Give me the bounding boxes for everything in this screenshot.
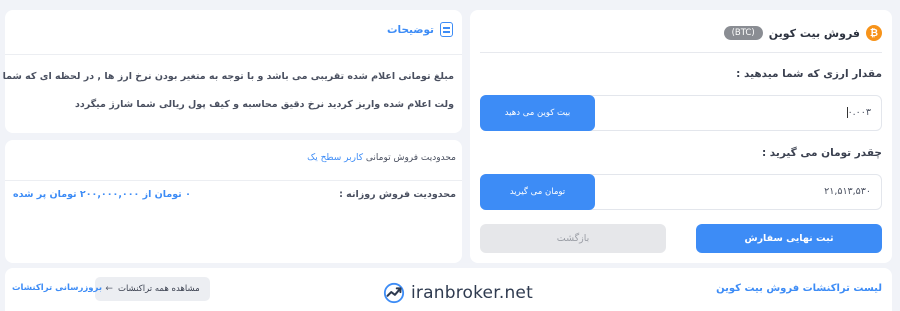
user-level-link[interactable]: کاربر سطح یک [307, 153, 363, 163]
transactions-title: لیست تراکنشات فروش بیت کوین [716, 283, 882, 294]
refresh-transactions-link[interactable]: بروزرسانی تراکنشات [12, 283, 102, 293]
toman-unit-button[interactable]: تومان می گیرید [480, 174, 595, 210]
document-icon [440, 22, 453, 37]
amount-label: مقدار ارزی که شما میدهید : [736, 68, 882, 80]
limits-card: محدودیت فروش تومانی کاربر سطح یک محدودیت… [5, 140, 462, 263]
sell-header: ₿ فروش بیت کوین (BTC) [723, 21, 882, 45]
view-all-label: مشاهده همه تراکنشات [117, 284, 200, 294]
toman-input-group: ۲۱,۵۱۳,۵۳۰ تومان می گیرید [480, 174, 882, 210]
bitcoin-icon: ₿ [866, 25, 882, 41]
amount-input-group: ۰.۰۰۳ بیت کوین می دهید [480, 95, 882, 131]
toman-limit-row: محدودیت فروش تومانی کاربر سطح یک [307, 153, 456, 163]
description-title: توضیحات [386, 23, 434, 36]
sell-title: فروش بیت کوین [768, 26, 860, 40]
back-button[interactable]: بازگشت [480, 224, 666, 253]
watermark: iranbroker.net [383, 282, 533, 304]
amount-unit-button[interactable]: بیت کوین می دهید [480, 95, 595, 131]
description-header: توضیحات [387, 22, 453, 37]
toman-input[interactable]: ۲۱,۵۱۳,۵۳۰ [824, 175, 871, 209]
trend-chart-icon [383, 282, 405, 304]
daily-limit-label: محدودیت فروش روزانه : [339, 189, 456, 200]
description-text-line1: مبلغ تومانی اعلام شده تقریبی می باشد و ب… [0, 71, 454, 82]
toman-label: چقدر تومان می گیرید : [761, 147, 882, 159]
watermark-text: iranbroker.net [411, 283, 533, 303]
submit-order-button[interactable]: ثبت نهایی سفارش [696, 224, 882, 253]
toman-limit-label: محدودیت فروش تومانی [365, 153, 456, 163]
view-all-transactions-button[interactable]: مشاهده همه تراکنشات ← [95, 277, 210, 301]
daily-limit-value: ۰ تومان از ۲۰۰,۰۰۰,۰۰۰ تومان پر شده [13, 189, 191, 200]
amount-input[interactable]: ۰.۰۰۳ [846, 96, 871, 130]
sell-bitcoin-card: ₿ فروش بیت کوین (BTC) مقدار ارزی که شما … [470, 10, 892, 263]
description-card: توضیحات مبلغ تومانی اعلام شده تقریبی می … [0, 10, 462, 133]
description-text-line2: ولت اعلام شده واریز کردید نرخ دقیق محاسب… [74, 99, 454, 110]
divider [5, 54, 462, 55]
divider [480, 52, 882, 53]
btc-badge: (BTC) [723, 26, 763, 40]
arrow-left-icon: ← [105, 284, 113, 294]
divider [5, 180, 462, 181]
